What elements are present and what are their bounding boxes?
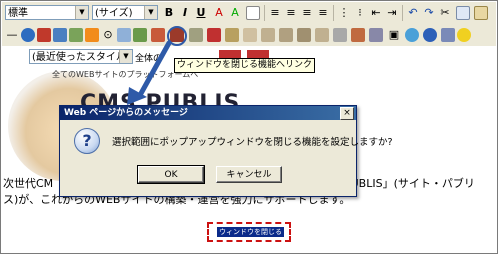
dialog-title-bar[interactable]: Web ページからのメッセージ ×: [60, 106, 356, 120]
question-icon: ?: [74, 128, 100, 154]
editor-frame: 標準 ▼ (サイズ) ▼ B I U A A ≡ ≡ ≡ ≡ ⋮ ⁝ ⇤ ⇥ ↶…: [0, 0, 498, 254]
tooltip: ウィンドウを閉じる機能へリンク: [174, 58, 316, 73]
dialog-title: Web ページからのメッセージ: [64, 108, 188, 118]
dialog-message: 選択範囲にポップアップウィンドウを閉じる機能を設定しますか?: [112, 137, 393, 148]
close-icon[interactable]: ×: [340, 107, 354, 120]
ok-button[interactable]: OK: [137, 165, 205, 184]
message-dialog: Web ページからのメッセージ × ? 選択範囲にポップアップウィンドウを閉じる…: [59, 105, 393, 197]
cancel-button[interactable]: キャンセル: [216, 166, 282, 183]
